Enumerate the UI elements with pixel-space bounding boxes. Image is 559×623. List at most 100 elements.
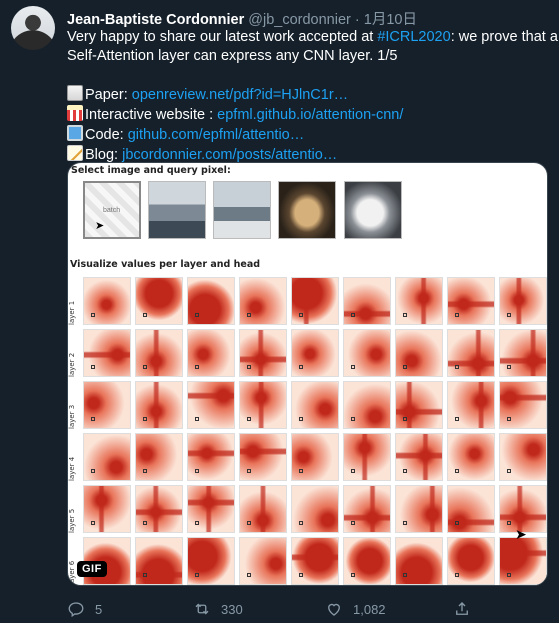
attention-heatmap-cell [499,329,547,377]
reply-button[interactable]: 5 [67,600,102,618]
gif-media[interactable]: Select image and query pixel: batch ➤ Vi… [67,162,548,586]
query-pixel-marker [195,417,199,421]
query-pixel-marker [195,313,199,317]
blog-link[interactable]: jbcordonnier.com/posts/attentio… [122,147,337,163]
query-pixel-marker [299,365,303,369]
attention-heatmap-cell [343,381,391,429]
attention-heatmap-cell [291,433,339,481]
author-name[interactable]: Jean-Baptiste Cordonnier [67,12,244,28]
query-pixel-marker [455,469,459,473]
attention-heatmap-cell [499,537,547,585]
query-pixel-marker [351,573,355,577]
query-pixel-marker [143,313,147,317]
query-pixel-marker [507,417,511,421]
separator-dot: · [354,12,360,28]
thumbnail-batch: batch ➤ [83,181,141,239]
attention-heatmap-cell [187,277,235,325]
like-button[interactable]: 1,082 [325,600,386,618]
attention-heatmap-cell [395,277,443,325]
attention-heatmap-cell [343,485,391,533]
attention-heatmap-cell [135,329,183,377]
attention-heatmap-cell [135,485,183,533]
attention-heatmap-cell [83,433,131,481]
query-pixel-marker [299,469,303,473]
thumbnail-image [213,181,271,239]
query-pixel-marker [247,521,251,525]
attention-heatmap-cell [395,329,443,377]
layer-label: layer 5 [68,508,76,533]
popcorn-emoji-icon [67,105,83,121]
query-pixel-marker [403,313,407,317]
query-pixel-marker [143,521,147,525]
tweet[interactable]: Jean-Baptiste Cordonnier @jb_cordonnier … [0,0,559,623]
query-pixel-marker [195,573,199,577]
attention-heatmap-cell [83,381,131,429]
avatar[interactable] [11,6,55,50]
attention-heatmap-cell [291,485,339,533]
gif-badge: GIF [77,561,107,577]
attention-heatmap-cell [83,485,131,533]
attention-heatmap-cell [343,329,391,377]
batch-label: batch [103,207,121,214]
tweet-actions: 5 330 1,082 [67,600,547,620]
query-pixel-marker [91,313,95,317]
query-pixel-marker [351,469,355,473]
tweet-header: Jean-Baptiste Cordonnier @jb_cordonnier … [67,8,417,29]
share-button[interactable] [453,600,481,618]
like-count: 1,082 [353,601,386,617]
code-link[interactable]: github.com/epfml/attentio… [128,127,305,143]
query-pixel-marker [299,521,303,525]
attention-heatmap-cell [291,329,339,377]
attention-heatmap-cell [239,277,287,325]
attention-heatmap-cell [395,537,443,585]
query-pixel-marker [247,365,251,369]
attention-heatmap-cell [187,485,235,533]
attention-heatmap-cell [447,329,495,377]
query-pixel-marker [351,365,355,369]
query-pixel-marker [195,365,199,369]
layer-label: layer 4 [68,456,76,481]
tweet-date[interactable]: 1月10日 [364,12,417,28]
query-pixel-marker [455,417,459,421]
cursor-icon: ➤ [95,220,105,232]
text-part: Very happy to share our latest work acce… [67,29,378,45]
attention-heatmap-cell [239,433,287,481]
query-pixel-marker [143,417,147,421]
code-label: Code: [85,127,128,143]
attention-heatmap-cell [187,381,235,429]
author-handle[interactable]: @jb_cordonnier [248,12,351,28]
query-pixel-marker [507,573,511,577]
tweet-text: Very happy to share our latest work acce… [67,28,558,165]
query-pixel-marker [143,573,147,577]
query-pixel-marker [299,313,303,317]
select-image-label: Select image and query pixel: [71,165,231,176]
query-pixel-marker [403,365,407,369]
query-pixel-marker [91,417,95,421]
query-pixel-marker [403,417,407,421]
layer-label: layer 2 [68,352,76,377]
website-link[interactable]: epfml.github.io/attention-cnn/ [217,107,403,123]
query-pixel-marker [351,521,355,525]
query-pixel-marker [143,365,147,369]
website-link-line: Interactive website : epfml.github.io/at… [67,105,547,125]
query-pixel-marker [403,469,407,473]
thumbnail-image [344,181,402,239]
hashtag-link[interactable]: #ICRL2020 [377,29,450,45]
attention-heatmap-cell [447,381,495,429]
attention-heatmap-cell [343,537,391,585]
attention-heatmap-cell [135,537,183,585]
query-pixel-marker [247,469,251,473]
query-pixel-marker [455,521,459,525]
attention-heatmap-cell [135,277,183,325]
tweet-text-line-1: Very happy to share our latest work acce… [67,28,558,47]
attention-heatmap-cell [239,537,287,585]
website-label: Interactive website : [85,107,218,123]
attention-heatmap-cell [447,433,495,481]
attention-heatmap-cell [83,277,131,325]
paper-link[interactable]: openreview.net/pdf?id=HJlnC1r… [132,87,348,103]
attention-heatmap-cell [499,381,547,429]
attention-heatmap-cell [395,381,443,429]
memo-emoji-icon [67,145,83,161]
attention-heatmap-cell [499,277,547,325]
retweet-button[interactable]: 330 [193,600,243,618]
